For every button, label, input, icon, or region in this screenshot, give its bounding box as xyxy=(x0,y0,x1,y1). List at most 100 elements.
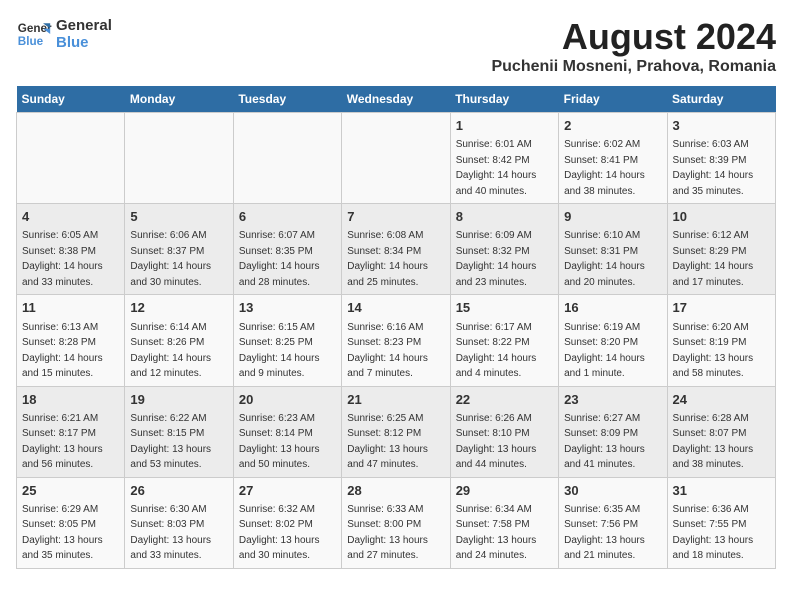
day-cell: 16 Sunrise: 6:19 AM Sunset: 8:20 PM Dayli… xyxy=(559,295,667,386)
day-info: Sunrise: 6:09 AM Sunset: 8:32 PM Dayligh… xyxy=(456,230,537,288)
day-info: Sunrise: 6:10 AM Sunset: 8:31 PM Dayligh… xyxy=(564,230,645,288)
day-number: 6 xyxy=(239,208,336,226)
day-number: 25 xyxy=(22,482,119,500)
day-number: 22 xyxy=(456,391,553,409)
weekday-header-monday: Monday xyxy=(125,86,233,113)
day-number: 19 xyxy=(130,391,227,409)
day-cell xyxy=(233,113,341,204)
calendar-table: SundayMondayTuesdayWednesdayThursdayFrid… xyxy=(16,86,776,569)
day-number: 31 xyxy=(673,482,770,500)
day-cell: 12 Sunrise: 6:14 AM Sunset: 8:26 PM Dayli… xyxy=(125,295,233,386)
day-number: 16 xyxy=(564,299,661,317)
weekday-header-sunday: Sunday xyxy=(17,86,125,113)
day-info: Sunrise: 6:14 AM Sunset: 8:26 PM Dayligh… xyxy=(130,322,211,380)
day-number: 3 xyxy=(673,117,770,135)
day-number: 9 xyxy=(564,208,661,226)
weekday-header-saturday: Saturday xyxy=(667,86,775,113)
day-cell: 24Sunrise: 6:28 AM Sunset: 8:07 PM Dayli… xyxy=(667,386,775,477)
day-info: Sunrise: 6:05 AM Sunset: 8:38 PM Dayligh… xyxy=(22,230,103,288)
day-number: 21 xyxy=(347,391,444,409)
week-row-1: 1 Sunrise: 6:01 AM Sunset: 8:42 PM Daylig… xyxy=(17,113,776,204)
day-number: 12 xyxy=(130,299,227,317)
day-number: 28 xyxy=(347,482,444,500)
day-cell: 21Sunrise: 6:25 AM Sunset: 8:12 PM Dayli… xyxy=(342,386,450,477)
day-info: Sunrise: 6:01 AM Sunset: 8:42 PM Dayligh… xyxy=(456,139,537,197)
weekday-header-thursday: Thursday xyxy=(450,86,558,113)
day-cell: 4Sunrise: 6:05 AM Sunset: 8:38 PM Daylig… xyxy=(17,204,125,295)
weekday-header-row: SundayMondayTuesdayWednesdayThursdayFrid… xyxy=(17,86,776,113)
day-number: 5 xyxy=(130,208,227,226)
day-number: 13 xyxy=(239,299,336,317)
day-number: 11 xyxy=(22,299,119,317)
day-info: Sunrise: 6:12 AM Sunset: 8:29 PM Dayligh… xyxy=(673,230,754,288)
day-info: Sunrise: 6:23 AM Sunset: 8:14 PM Dayligh… xyxy=(239,413,320,471)
day-cell: 10Sunrise: 6:12 AM Sunset: 8:29 PM Dayli… xyxy=(667,204,775,295)
day-cell: 15 Sunrise: 6:17 AM Sunset: 8:22 PM Dayli… xyxy=(450,295,558,386)
title-block: August 2024 Puchenii Mosneni, Prahova, R… xyxy=(491,16,776,76)
day-cell: 14Sunrise: 6:16 AM Sunset: 8:23 PM Dayli… xyxy=(342,295,450,386)
day-info: Sunrise: 6:32 AM Sunset: 8:02 PM Dayligh… xyxy=(239,504,320,562)
header: General Blue General Blue August 2024 Pu… xyxy=(16,16,776,76)
day-number: 30 xyxy=(564,482,661,500)
day-info: Sunrise: 6:19 AM Sunset: 8:20 PM Dayligh… xyxy=(564,322,645,380)
day-info: Sunrise: 6:22 AM Sunset: 8:15 PM Dayligh… xyxy=(130,413,211,471)
day-cell: 29 Sunrise: 6:34 AM Sunset: 7:58 PM Dayli… xyxy=(450,477,558,568)
day-cell: 11 Sunrise: 6:13 AM Sunset: 8:28 PM Dayli… xyxy=(17,295,125,386)
day-info: Sunrise: 6:34 AM Sunset: 7:58 PM Dayligh… xyxy=(456,504,537,562)
day-number: 29 xyxy=(456,482,553,500)
day-info: Sunrise: 6:35 AM Sunset: 7:56 PM Dayligh… xyxy=(564,504,645,562)
day-cell: 2 Sunrise: 6:02 AM Sunset: 8:41 PM Daylig… xyxy=(559,113,667,204)
svg-text:Blue: Blue xyxy=(18,35,44,48)
day-cell: 23 Sunrise: 6:27 AM Sunset: 8:09 PM Dayli… xyxy=(559,386,667,477)
day-cell: 30 Sunrise: 6:35 AM Sunset: 7:56 PM Dayli… xyxy=(559,477,667,568)
day-cell: 9 Sunrise: 6:10 AM Sunset: 8:31 PM Daylig… xyxy=(559,204,667,295)
day-info: Sunrise: 6:29 AM Sunset: 8:05 PM Dayligh… xyxy=(22,504,103,562)
day-number: 17 xyxy=(673,299,770,317)
day-number: 2 xyxy=(564,117,661,135)
day-number: 18 xyxy=(22,391,119,409)
weekday-header-wednesday: Wednesday xyxy=(342,86,450,113)
day-cell: 18 Sunrise: 6:21 AM Sunset: 8:17 PM Dayli… xyxy=(17,386,125,477)
day-cell: 28Sunrise: 6:33 AM Sunset: 8:00 PM Dayli… xyxy=(342,477,450,568)
logo-blue: Blue xyxy=(56,34,112,51)
day-number: 23 xyxy=(564,391,661,409)
day-cell: 20Sunrise: 6:23 AM Sunset: 8:14 PM Dayli… xyxy=(233,386,341,477)
week-row-4: 18 Sunrise: 6:21 AM Sunset: 8:17 PM Dayli… xyxy=(17,386,776,477)
day-cell: 19 Sunrise: 6:22 AM Sunset: 8:15 PM Dayli… xyxy=(125,386,233,477)
week-row-3: 11 Sunrise: 6:13 AM Sunset: 8:28 PM Dayli… xyxy=(17,295,776,386)
day-cell: 7Sunrise: 6:08 AM Sunset: 8:34 PM Daylig… xyxy=(342,204,450,295)
day-info: Sunrise: 6:07 AM Sunset: 8:35 PM Dayligh… xyxy=(239,230,320,288)
day-number: 15 xyxy=(456,299,553,317)
day-info: Sunrise: 6:28 AM Sunset: 8:07 PM Dayligh… xyxy=(673,413,754,471)
day-info: Sunrise: 6:06 AM Sunset: 8:37 PM Dayligh… xyxy=(130,230,211,288)
day-info: Sunrise: 6:02 AM Sunset: 8:41 PM Dayligh… xyxy=(564,139,645,197)
day-info: Sunrise: 6:13 AM Sunset: 8:28 PM Dayligh… xyxy=(22,322,103,380)
day-number: 27 xyxy=(239,482,336,500)
day-info: Sunrise: 6:26 AM Sunset: 8:10 PM Dayligh… xyxy=(456,413,537,471)
main-title: August 2024 xyxy=(491,16,776,58)
logo: General Blue General Blue xyxy=(16,16,112,52)
day-info: Sunrise: 6:20 AM Sunset: 8:19 PM Dayligh… xyxy=(673,322,754,380)
day-cell xyxy=(17,113,125,204)
subtitle: Puchenii Mosneni, Prahova, Romania xyxy=(491,58,776,76)
day-cell: 31 Sunrise: 6:36 AM Sunset: 7:55 PM Dayli… xyxy=(667,477,775,568)
day-cell: 6 Sunrise: 6:07 AM Sunset: 8:35 PM Daylig… xyxy=(233,204,341,295)
day-cell: 25 Sunrise: 6:29 AM Sunset: 8:05 PM Dayli… xyxy=(17,477,125,568)
day-info: Sunrise: 6:17 AM Sunset: 8:22 PM Dayligh… xyxy=(456,322,537,380)
day-info: Sunrise: 6:03 AM Sunset: 8:39 PM Dayligh… xyxy=(673,139,754,197)
day-cell: 17 Sunrise: 6:20 AM Sunset: 8:19 PM Dayli… xyxy=(667,295,775,386)
logo-icon: General Blue xyxy=(16,16,52,52)
day-cell xyxy=(342,113,450,204)
day-cell: 8 Sunrise: 6:09 AM Sunset: 8:32 PM Daylig… xyxy=(450,204,558,295)
day-cell: 26Sunrise: 6:30 AM Sunset: 8:03 PM Dayli… xyxy=(125,477,233,568)
day-cell: 13Sunrise: 6:15 AM Sunset: 8:25 PM Dayli… xyxy=(233,295,341,386)
week-row-5: 25 Sunrise: 6:29 AM Sunset: 8:05 PM Dayli… xyxy=(17,477,776,568)
day-info: Sunrise: 6:27 AM Sunset: 8:09 PM Dayligh… xyxy=(564,413,645,471)
calendar-body: 1 Sunrise: 6:01 AM Sunset: 8:42 PM Daylig… xyxy=(17,113,776,569)
day-info: Sunrise: 6:36 AM Sunset: 7:55 PM Dayligh… xyxy=(673,504,754,562)
day-number: 7 xyxy=(347,208,444,226)
day-info: Sunrise: 6:21 AM Sunset: 8:17 PM Dayligh… xyxy=(22,413,103,471)
day-number: 1 xyxy=(456,117,553,135)
day-cell: 22 Sunrise: 6:26 AM Sunset: 8:10 PM Dayli… xyxy=(450,386,558,477)
day-number: 8 xyxy=(456,208,553,226)
